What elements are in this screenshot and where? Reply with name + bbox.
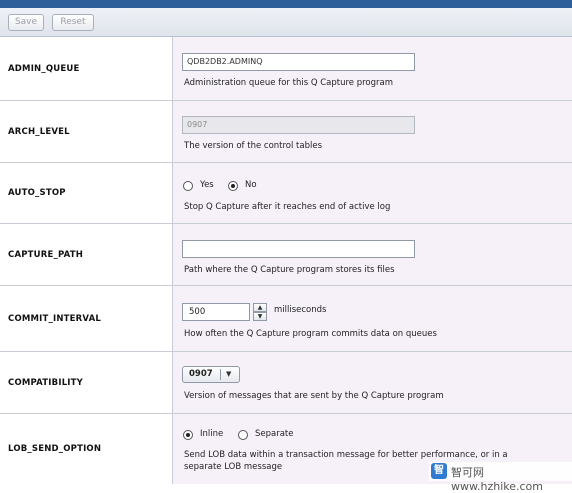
chevron-down-icon[interactable]: ▼ xyxy=(226,367,231,382)
commit-interval-value: 500 xyxy=(189,307,206,317)
commit-interval-description: How often the Q Capture program commits … xyxy=(184,329,437,339)
commit-interval-input[interactable]: 500 xyxy=(182,303,250,321)
description-line: Send LOB data within a transaction messa… xyxy=(184,450,508,460)
save-button[interactable]: Save xyxy=(8,14,44,31)
row-label-cell: COMMIT_INTERVAL xyxy=(0,286,173,351)
auto-stop-no-radio[interactable] xyxy=(228,181,238,191)
property-label: CAPTURE_PATH xyxy=(8,249,84,260)
row-value-cell: Path where the Q Capture program stores … xyxy=(173,224,572,285)
row-label-cell: ARCH_LEVEL xyxy=(0,101,173,162)
watermark: 智 智可网 www.hzhike.com xyxy=(429,462,572,493)
arch-level-input: 0907 xyxy=(182,116,415,134)
row-label-cell: ADMIN_QUEUE xyxy=(0,37,173,100)
select-divider xyxy=(220,369,221,380)
capture-path-description: Path where the Q Capture program stores … xyxy=(184,265,395,275)
window-title-bar xyxy=(0,0,572,8)
row-value-cell: 500 ▲ ▼ milliseconds How often the Q Cap… xyxy=(173,286,572,351)
admin-queue-description: Administration queue for this Q Capture … xyxy=(184,78,394,88)
compatibility-description: Version of messages that are sent by the… xyxy=(184,391,444,401)
compatibility-select[interactable]: 0907 ▼ xyxy=(182,366,240,383)
property-label: ARCH_LEVEL xyxy=(8,126,70,137)
row-capture-path: CAPTURE_PATH Path where the Q Capture pr… xyxy=(0,224,572,286)
increment-button[interactable]: ▲ xyxy=(253,303,267,312)
lob-inline-radio[interactable] xyxy=(183,430,193,440)
commit-interval-unit: milliseconds xyxy=(274,305,327,315)
compatibility-selected-value: 0907 xyxy=(189,369,213,379)
auto-stop-yes-label[interactable]: Yes xyxy=(200,180,214,190)
lob-separate-radio[interactable] xyxy=(238,430,248,440)
arch-level-description: The version of the control tables xyxy=(184,141,323,151)
admin-queue-input[interactable]: QDB2DB2.ADMINQ xyxy=(182,53,415,71)
property-label: ADMIN_QUEUE xyxy=(8,63,80,74)
row-auto-stop: AUTO_STOP Yes No Stop Q Capture after it… xyxy=(0,163,572,224)
reset-button[interactable]: Reset xyxy=(52,14,94,31)
row-value-cell: QDB2DB2.ADMINQ Administration queue for … xyxy=(173,37,572,100)
row-label-cell: COMPATIBILITY xyxy=(0,352,173,413)
row-value-cell: 0907 The version of the control tables xyxy=(173,101,572,162)
row-value-cell: Yes No Stop Q Capture after it reaches e… xyxy=(173,163,572,223)
row-compatibility: COMPATIBILITY 0907 ▼ Version of messages… xyxy=(0,352,572,414)
decrement-button[interactable]: ▼ xyxy=(253,312,267,321)
row-label-cell: CAPTURE_PATH xyxy=(0,224,173,285)
row-value-cell: 0907 ▼ Version of messages that are sent… xyxy=(173,352,572,413)
lob-inline-label[interactable]: Inline xyxy=(200,429,223,439)
property-label: COMPATIBILITY xyxy=(8,377,84,388)
row-commit-interval: COMMIT_INTERVAL 500 ▲ ▼ milliseconds How… xyxy=(0,286,572,352)
row-label-cell: AUTO_STOP xyxy=(0,163,173,223)
toolbar: Save Reset xyxy=(0,8,572,37)
property-label: COMMIT_INTERVAL xyxy=(8,313,102,324)
auto-stop-yes-radio[interactable] xyxy=(183,181,193,191)
property-label: AUTO_STOP xyxy=(8,188,66,198)
auto-stop-no-label[interactable]: No xyxy=(245,180,257,190)
auto-stop-description: Stop Q Capture after it reaches end of a… xyxy=(184,202,391,212)
row-label-cell: LOB_SEND_OPTION xyxy=(0,414,173,484)
logo-icon: 智 xyxy=(431,463,447,479)
watermark-text: 智可网 www.hzhike.com xyxy=(451,466,543,493)
row-arch-level: ARCH_LEVEL 0907 The version of the contr… xyxy=(0,101,572,163)
property-label: LOB_SEND_OPTION xyxy=(8,444,102,454)
lob-separate-label[interactable]: Separate xyxy=(255,429,294,439)
capture-path-input[interactable] xyxy=(182,240,415,258)
row-admin-queue: ADMIN_QUEUE QDB2DB2.ADMINQ Administratio… xyxy=(0,37,572,101)
